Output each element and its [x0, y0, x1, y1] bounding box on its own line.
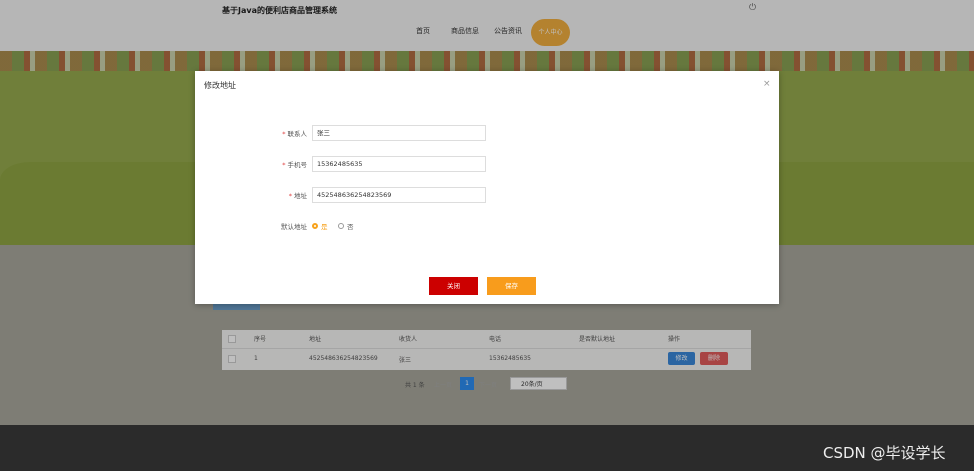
contact-label: * 联系人 [282, 130, 307, 138]
default-address-label: 默认地址 [281, 223, 307, 231]
phone-input[interactable]: 15362485635 [312, 156, 486, 172]
dialog-title: 修改地址 [204, 81, 236, 90]
contact-input[interactable]: 张三 [312, 125, 486, 141]
close-icon[interactable]: × [763, 80, 771, 89]
address-input[interactable]: 452548636254823569 [312, 187, 486, 203]
close-button[interactable]: 关闭 [429, 277, 478, 295]
address-label: * 地址 [288, 192, 307, 200]
radio-no[interactable] [338, 223, 344, 229]
csdn-watermark: CSDN @毕设学长 [823, 444, 946, 462]
phone-label: * 手机号 [282, 161, 307, 169]
edit-address-dialog: 修改地址 × * 联系人 张三 * 手机号 15362485635 * 地址 4525… [195, 71, 779, 304]
radio-yes-label[interactable]: 是 [321, 221, 328, 231]
radio-yes[interactable] [312, 223, 318, 229]
radio-no-label[interactable]: 否 [347, 221, 354, 231]
save-button[interactable]: 保存 [487, 277, 536, 295]
